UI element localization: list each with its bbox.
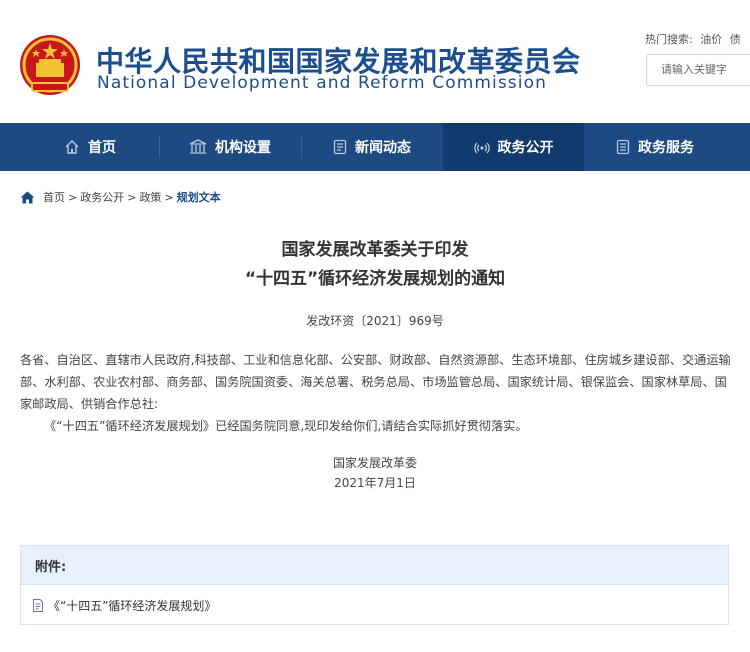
- breadcrumb-separator: >: [68, 190, 78, 204]
- breadcrumb-link-home[interactable]: 首页: [43, 189, 65, 205]
- broadcast-icon: [473, 142, 490, 154]
- hot-search: 热门搜索: 油价 债: [645, 31, 741, 47]
- nav-item-label: 政务公开: [497, 140, 554, 156]
- attachment-heading: 附件:: [21, 546, 728, 585]
- attachment-file-link[interactable]: 《“十四五”循环经济发展规划》: [32, 597, 216, 614]
- recipients-paragraph: 各省、自治区、直辖市人民政府,科技部、工业和信息化部、公安部、财政部、自然资源部…: [20, 353, 731, 411]
- nav-item-label: 首页: [88, 140, 116, 156]
- nav-divider: [159, 136, 160, 158]
- nav-item-label: 新闻动态: [355, 140, 411, 156]
- breadcrumb-link-government-affairs[interactable]: 政务公开: [80, 189, 124, 205]
- article-title-line1: 国家发展改革委关于印发: [281, 240, 469, 260]
- body-paragraph: 《“十四五”循环经济发展规划》已经国务院同意,现印发给你们,请结合实际抓好贯彻落…: [44, 419, 528, 433]
- service-icon: [616, 139, 630, 155]
- site-title-english: National Development and Reform Commissi…: [97, 73, 547, 93]
- news-icon: [333, 139, 347, 155]
- home-icon[interactable]: [20, 191, 35, 204]
- search-box: [646, 54, 750, 86]
- attachment-file-name: 《“十四五”循环经济发展规划》: [48, 599, 217, 613]
- home-icon: [65, 140, 79, 154]
- site-header: 中华人民共和国国家发展和改革委员会 National Development a…: [0, 0, 750, 123]
- issue-date: 2021年7月1日: [334, 476, 416, 490]
- search-input[interactable]: [647, 55, 750, 83]
- document-icon: [33, 599, 43, 612]
- hot-search-link-oil-price[interactable]: 油价: [700, 33, 722, 46]
- main-nav: 首页 机构设置 新闻动态 政务公开 政务服务: [0, 123, 750, 171]
- nav-item-services[interactable]: 政务服务: [595, 123, 715, 171]
- nav-item-government-affairs[interactable]: 政务公开: [443, 123, 584, 171]
- hot-search-link-debt[interactable]: 债: [730, 33, 741, 46]
- nav-item-label: 政务服务: [638, 140, 694, 156]
- article-body: 各省、自治区、直辖市人民政府,科技部、工业和信息化部、公安部、财政部、自然资源部…: [20, 349, 732, 437]
- breadcrumb-link-policy[interactable]: 政策: [139, 189, 161, 205]
- nav-item-news[interactable]: 新闻动态: [312, 123, 432, 171]
- nav-item-institution[interactable]: 机构设置: [170, 123, 290, 171]
- breadcrumb-separator: >: [164, 190, 174, 204]
- institution-icon: [189, 139, 207, 154]
- document-number: 发改环资〔2021〕969号: [306, 314, 444, 328]
- nav-divider: [301, 136, 302, 158]
- attachment-box: 附件: 《“十四五”循环经济发展规划》: [20, 545, 729, 625]
- signer: 国家发展改革委: [332, 456, 417, 470]
- nav-item-label: 机构设置: [215, 140, 271, 156]
- national-emblem-logo[interactable]: [18, 33, 82, 99]
- breadcrumb-separator: >: [127, 190, 137, 204]
- breadcrumb: 首页 > 政务公开 > 政策 > 规划文本: [20, 189, 221, 205]
- article-title-line2: “十四五”循环经济发展规划的通知: [244, 269, 506, 289]
- nav-item-home[interactable]: 首页: [40, 123, 140, 171]
- hot-search-label: 热门搜索:: [645, 33, 693, 46]
- breadcrumb-current[interactable]: 规划文本: [177, 189, 221, 205]
